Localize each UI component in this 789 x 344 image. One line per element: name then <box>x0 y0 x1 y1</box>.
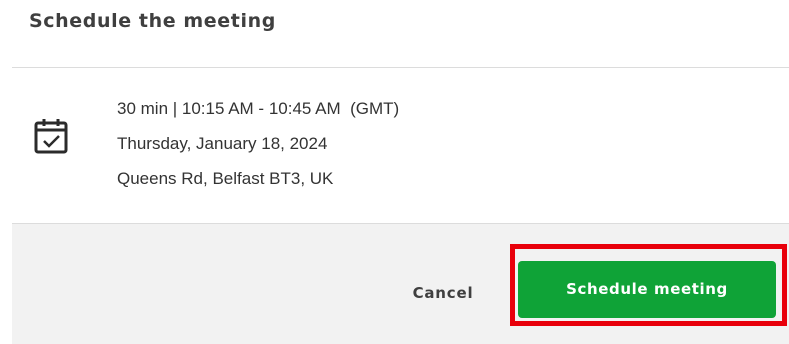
meeting-location: Queens Rd, Belfast BT3, UK <box>117 169 334 188</box>
cancel-button[interactable]: Cancel <box>398 278 488 308</box>
schedule-meeting-button[interactable]: Schedule meeting <box>518 261 776 318</box>
dialog-footer: Cancel Schedule meeting <box>12 223 789 344</box>
calendar-check-icon <box>34 119 68 154</box>
dialog-header: Schedule the meeting <box>0 0 789 68</box>
meeting-date: Thursday, January 18, 2024 <box>117 134 328 153</box>
dialog-title: Schedule the meeting <box>29 10 276 32</box>
header-divider <box>12 67 789 68</box>
schedule-meeting-dialog: Schedule the meeting 30 min | 10:15 AM -… <box>0 0 789 344</box>
meeting-duration-time: 30 min | 10:15 AM - 10:45 AM (GMT) <box>117 99 400 118</box>
